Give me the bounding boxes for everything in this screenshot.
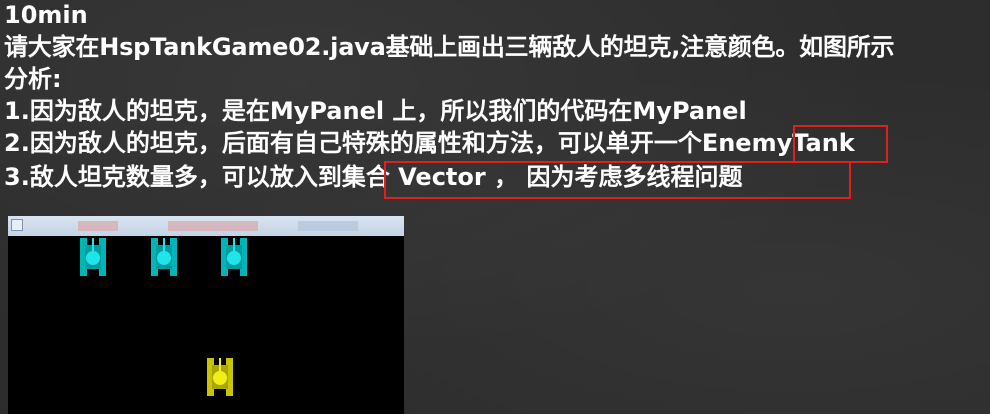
taskbar-blur-3: [298, 221, 358, 231]
enemytank-highlight-box: [793, 125, 888, 163]
window-titlebar: [8, 216, 404, 236]
slide-board: 10min 请大家在HspTankGame02.java基础上画出三辆敌人的坦克…: [0, 0, 990, 414]
taskbar-blur-1: [78, 221, 118, 231]
analysis-point-2: 2.因为敌人的坦克，后面有自己特殊的属性和方法，可以单开一个EnemyTank: [4, 129, 855, 157]
analysis-point-1: 1.因为敌人的坦克，是在MyPanel 上，所以我们的代码在MyPanel: [4, 97, 747, 125]
game-window-screenshot: [8, 216, 404, 414]
task-text: 请大家在HspTankGame02.java基础上画出三辆敌人的坦克,注意颜色。…: [4, 33, 895, 61]
enemy-tank-icon: [151, 238, 177, 276]
player-tank-icon: [207, 358, 233, 396]
taskbar-blur-2: [168, 221, 258, 231]
vector-highlight-box: [384, 161, 851, 199]
enemy-tank-icon: [221, 238, 247, 276]
enemy-tank-icon: [80, 238, 106, 276]
analysis-heading: 分析:: [4, 65, 62, 93]
java-app-icon: [11, 219, 23, 231]
time-label: 10min: [4, 1, 88, 29]
